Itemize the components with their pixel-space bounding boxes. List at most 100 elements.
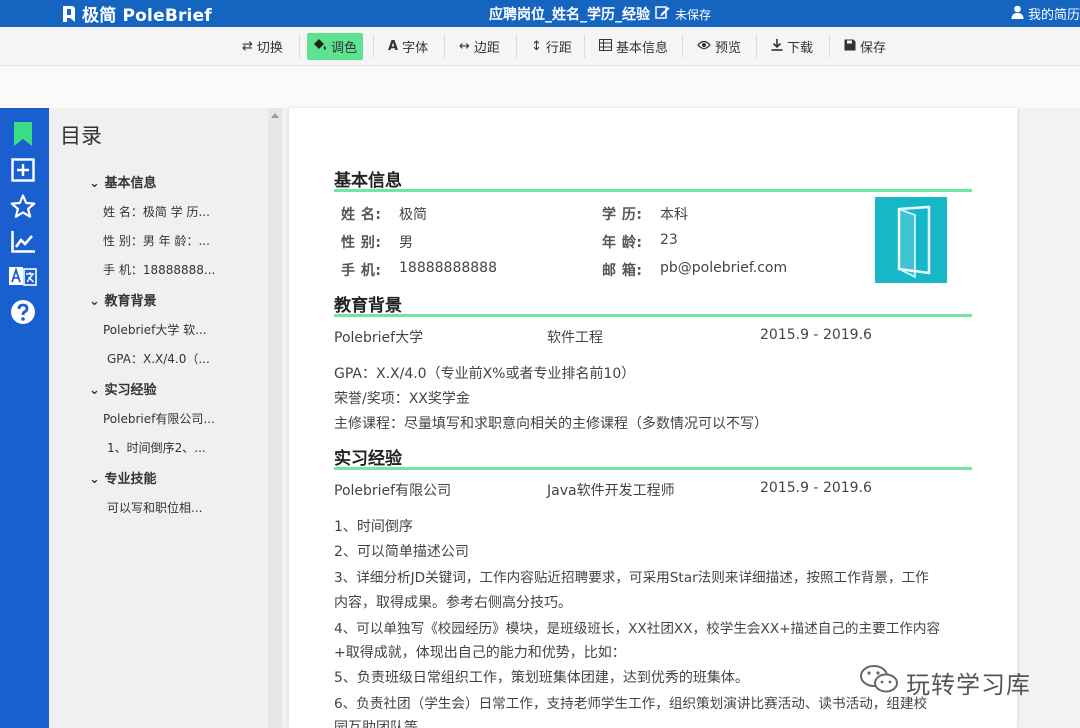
save-button[interactable]: 保存 [838,33,892,60]
phone-label: 手 机: [341,263,382,279]
user-label: 我的简历 [1027,8,1080,23]
watermark-text: 玩转学习库 [906,670,1031,699]
help-icon[interactable] [9,298,37,326]
app-logo[interactable]: 极简 PoleBrief [61,3,212,26]
chevron-down-icon: ⌄ [89,472,100,487]
age-value[interactable]: 23 [660,232,678,248]
left-icon-rail [0,108,49,728]
watermark: 玩转学习库 [858,662,1031,702]
internship-line[interactable]: 4、可以单独写《校园经历》模块，是班级班长，XX社团XX，校学生会XX+描述自己… [334,617,940,637]
scroll-up-arrow-icon[interactable] [271,113,279,118]
internship-line[interactable]: 2、可以简单描述公司 [334,541,469,561]
gpa-line[interactable]: GPA：X.X/4.0（专业前X%或者专业排名前10） [334,363,635,383]
internship-line[interactable]: 1、时间倒序 [334,516,413,536]
internship-line[interactable]: 园互助团队等 [334,717,418,728]
translate-icon[interactable] [9,263,37,291]
major[interactable]: 软件工程 [547,327,603,347]
toc-entry[interactable]: 姓 名：极简 学 历... [103,203,210,220]
internship-line[interactable]: +取得成就，体现出自己的能力和优势，比如： [334,642,626,662]
star-icon[interactable] [9,192,37,220]
toc-entry[interactable]: Polebrief大学 软... [103,321,207,338]
toc-entry[interactable]: 性 别：男 年 龄：... [103,232,210,249]
save-status: 未保存 [675,7,712,22]
font-button[interactable]: A 字体 [382,33,434,60]
toolbar-divider [756,35,757,58]
toc-entry[interactable]: GPA：X.X/4.0（... [107,350,210,367]
font-label: 字体 [402,41,429,56]
school-name[interactable]: Polebrief大学 [334,327,423,347]
margin-label: 边距 [473,41,500,56]
toc-entry[interactable]: Polebrief有限公司... [103,410,215,427]
honor-line[interactable]: 荣誉/奖项：XX奖学金 [334,388,470,408]
download-button[interactable]: 下载 [765,33,819,60]
toolbar: ⇄ 切换 调色 A 字体 ↔ 边距 ↕ 行距 基本信息 预览 下载 保存 [0,27,1080,66]
paint-bucket-icon [313,38,327,55]
line-spacing-label: 行距 [545,41,572,56]
arrows-vertical-icon: ↕ [531,39,542,54]
section-title-basic-info[interactable]: 基本信息 [334,166,402,191]
internship-line[interactable]: 内容，取得成果。参考右侧高分技巧。 [334,592,572,612]
courses-line[interactable]: 主修课程：尽量填写和求职意向相关的主修课程（多数情况可以不写） [334,413,768,433]
internship-line[interactable]: 5、负责班级日常组织工作，策划班集体团建，达到优秀的班集体。 [334,667,749,687]
toc-entry[interactable]: 1、时间倒序2、... [107,439,206,456]
gender-value[interactable]: 男 [399,232,413,252]
line-spacing-button[interactable]: ↕ 行距 [525,33,578,60]
chevron-down-icon: ⌄ [89,176,100,191]
save-label: 保存 [860,41,887,56]
my-resume-link[interactable]: 我的简历 [1011,4,1080,23]
toc-section-basic-info[interactable]: ⌄ 基本信息 [89,172,156,191]
add-section-icon[interactable] [9,156,37,184]
bookmark-icon[interactable] [9,120,37,148]
chart-icon[interactable] [9,228,37,256]
resume-paper: 基本信息 姓 名: 极简 学 历: 本科 性 别: 男 年 龄: 23 手 机:… [289,108,1017,728]
chevron-down-icon: ⌄ [89,383,100,398]
phone-value[interactable]: 18888888888 [399,260,497,276]
education-period[interactable]: 2015.9 - 2019.6 [760,327,872,343]
company-name[interactable]: Polebrief有限公司 [334,480,451,500]
email-value[interactable]: pb@polebrief.com [660,260,787,276]
table-of-contents: 目录 ⌄ 基本信息 姓 名：极简 学 历... 性 别：男 年 龄：... 手 … [49,108,268,728]
toolbar-divider [682,35,683,58]
age-label: 年 龄: [602,235,643,251]
edit-icon[interactable] [655,5,670,23]
switch-label: 切换 [256,41,283,56]
margin-button[interactable]: ↔ 边距 [453,33,506,60]
color-button[interactable]: 调色 [307,33,364,60]
profile-photo[interactable] [875,197,947,283]
eye-icon [697,39,711,54]
name-value[interactable]: 极简 [399,204,427,224]
preview-button[interactable]: 预览 [691,33,747,60]
switch-button[interactable]: ⇄ 切换 [236,33,289,60]
job-role[interactable]: Java软件开发工程师 [547,480,675,500]
color-label: 调色 [331,41,358,56]
document-title[interactable]: 应聘岗位_姓名_学历_经验 未保存 [489,4,711,24]
gender-label: 性 别: [341,235,382,251]
section-title-education[interactable]: 教育背景 [334,291,402,316]
internship-period[interactable]: 2015.9 - 2019.6 [760,480,872,496]
toc-scrollbar[interactable] [268,108,282,728]
toc-section-label: 教育背景 [104,294,157,309]
toc-section-skills[interactable]: ⌄ 专业技能 [89,468,156,487]
toolbar-divider [444,35,445,58]
toc-section-education[interactable]: ⌄ 教育背景 [89,290,156,309]
toc-section-label: 专业技能 [104,472,157,487]
name-label: 姓 名: [341,207,382,223]
save-icon [844,39,856,55]
font-icon: A [388,39,399,54]
toc-entry[interactable]: 可以写和职位相... [107,499,202,516]
internship-line[interactable]: 6、负责社团（学生会）日常工作，支持老师学生工作，组织策划演讲比赛活动、读书活动… [334,692,927,712]
education-value[interactable]: 本科 [660,204,688,224]
internship-line[interactable]: 3、详细分析JD关键词，工作内容贴近招聘要求，可采用Star法则来详细描述，按照… [334,566,929,586]
basic-info-button[interactable]: 基本信息 [593,33,674,60]
swap-icon: ⇄ [242,39,253,54]
toolbar-divider [584,35,585,58]
table-icon [599,38,612,55]
toc-section-internship[interactable]: ⌄ 实习经验 [89,379,156,398]
section-title-internship[interactable]: 实习经验 [334,444,402,469]
user-icon [1011,5,1024,23]
toc-title: 目录 [60,124,102,148]
section-divider [334,189,972,192]
toc-section-label: 基本信息 [104,176,157,191]
toc-entry[interactable]: 手 机：18888888... [103,261,215,278]
logo-text: 极简 PoleBrief [82,6,212,26]
